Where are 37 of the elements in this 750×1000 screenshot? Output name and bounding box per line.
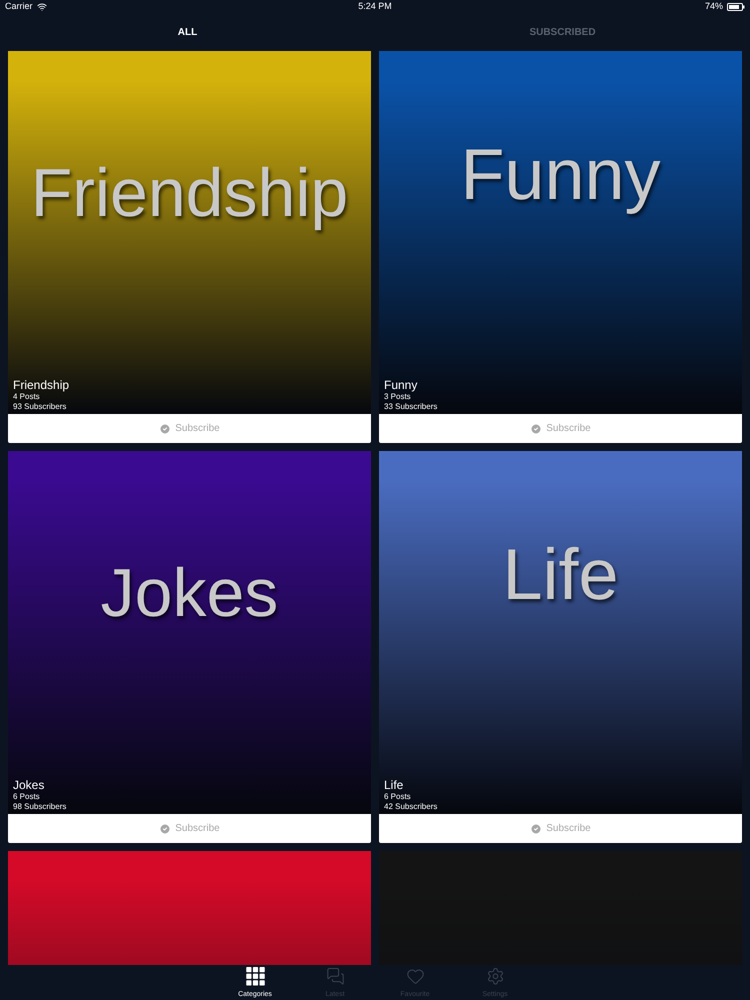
category-name: Funny: [384, 378, 418, 392]
category-name: Jokes: [13, 778, 46, 792]
subscriber-count: 98 Subscribers: [13, 802, 66, 812]
category-name: Friendship: [13, 378, 70, 392]
settings-icon: [486, 967, 504, 986]
subscribe-button[interactable]: Subscribe: [379, 414, 742, 443]
post-count: 6 Posts: [384, 792, 412, 802]
subscribe-button[interactable]: Subscribe: [379, 814, 742, 843]
heart-icon: [406, 967, 424, 986]
cover-title: Life: [502, 539, 619, 611]
battery-percent: 74%: [704, 0, 723, 14]
post-count: 6 Posts: [13, 792, 41, 802]
battery-icon: [727, 3, 745, 11]
category-name: Life: [384, 778, 404, 792]
check-circle-icon: [530, 422, 542, 434]
subscriber-count: 33 Subscribers: [384, 402, 438, 412]
wifi-icon: [36, 2, 47, 12]
subscribe-button[interactable]: Subscribe: [8, 814, 371, 843]
check-circle-icon: [159, 422, 172, 434]
post-count: 3 Posts: [384, 392, 412, 402]
subscriber-count: 93 Subscribers: [13, 402, 68, 412]
grid-icon: [246, 967, 264, 986]
carrier-label: Carrier: [5, 0, 33, 14]
cover-image[interactable]: Life Life 6 Posts 42 Subscribers: [379, 451, 742, 814]
cover-image[interactable]: Funny Funny 3 Posts 33 Subscribers: [379, 51, 742, 414]
clock: 5:24 PM: [358, 0, 392, 14]
cover-title: Jokes: [100, 559, 278, 627]
chat-bubbles-icon: [326, 967, 344, 986]
segment-tab[interactable]: SUBSCRIBED: [375, 14, 750, 51]
cover-image[interactable]: Jokes Jokes 6 Posts 98 Subscribers: [8, 451, 371, 814]
subscriber-count: 42 Subscribers: [384, 802, 438, 812]
cover-image[interactable]: Friendship Friendship 4 Posts 93 Subscribers: [8, 51, 371, 414]
post-count: 4 Posts: [13, 392, 41, 402]
subscribe-button[interactable]: Subscribe: [8, 414, 371, 443]
segment-tab[interactable]: ALL: [0, 14, 375, 51]
check-circle-icon: [159, 822, 172, 834]
check-circle-icon: [530, 822, 542, 834]
